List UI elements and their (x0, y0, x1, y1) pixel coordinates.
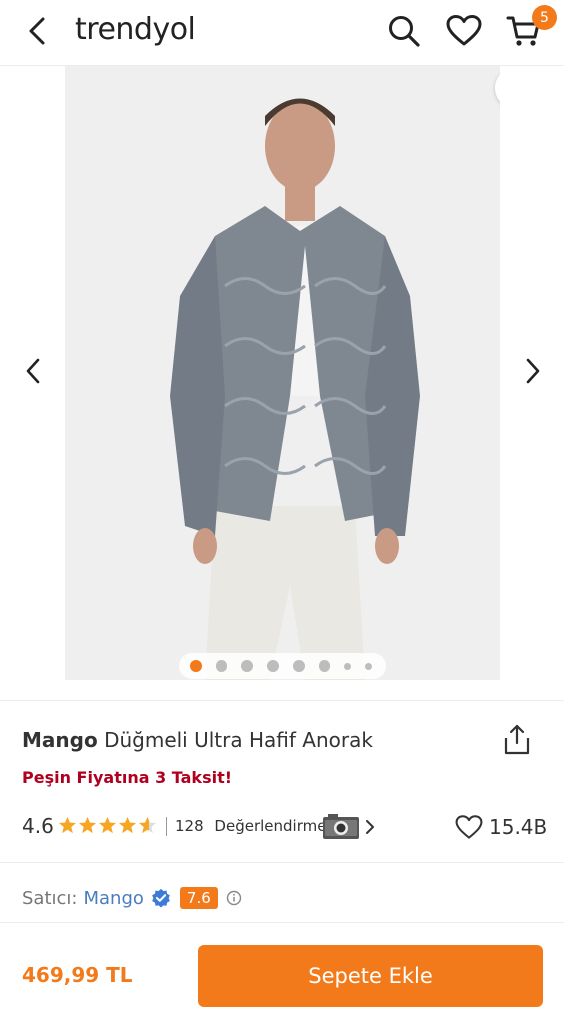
image-pager (179, 653, 386, 679)
top-bar: trendyol 5 (0, 0, 564, 66)
product-gallery[interactable] (0, 66, 564, 700)
product-info-divider (0, 700, 564, 701)
pager-dot[interactable] (318, 660, 331, 672)
cart-count-badge: 5 (532, 5, 557, 30)
brand-logo[interactable]: trendyol (75, 12, 196, 47)
gallery-bottom-strip (65, 680, 500, 700)
heart-icon (455, 814, 483, 839)
share-icon[interactable] (502, 723, 532, 757)
camera-icon[interactable] (322, 812, 360, 840)
pager-dot[interactable] (215, 660, 228, 672)
search-icon[interactable] (386, 12, 422, 50)
seller-row: Satıcı: Mango 7.6 (22, 884, 242, 912)
verified-icon (152, 888, 170, 908)
product-brand[interactable]: Mango (22, 728, 98, 752)
rating-stars (58, 816, 158, 835)
pager-dot[interactable] (267, 660, 279, 672)
info-icon[interactable] (226, 890, 242, 906)
star-icon (58, 816, 77, 834)
reviews-link[interactable]: 128 Değerlendirme (175, 817, 326, 835)
favorite-count-value: 15.4B (489, 815, 548, 839)
heart-icon[interactable] (446, 12, 482, 50)
next-image-chevron-icon[interactable] (518, 356, 548, 386)
pager-dot[interactable] (344, 662, 352, 670)
previous-image-chevron-icon[interactable] (18, 356, 48, 386)
product-image[interactable] (65, 66, 500, 680)
divider (166, 817, 167, 836)
rating-row: 4.6 128 Değerlendirme 15.4B (22, 812, 547, 842)
add-to-cart-button[interactable]: Sepete Ekle (198, 945, 543, 1007)
product-title: Mango Düğmeli Ultra Hafif Anorak (22, 728, 373, 752)
chevron-right-icon[interactable] (364, 818, 378, 836)
bottom-bar: 469,99 TL Sepete Ekle (0, 923, 564, 1024)
reviews-label: Değerlendirme (214, 817, 327, 835)
favorite-count[interactable]: 15.4B (455, 812, 547, 842)
star-icon (118, 816, 137, 834)
installment-promo: Peşin Fiyatına 3 Taksit! (22, 768, 233, 787)
star-icon (78, 816, 97, 834)
seller-label: Satıcı: (22, 887, 78, 909)
pager-dot[interactable] (292, 660, 305, 672)
product-name: Düğmeli Ultra Hafif Anorak (104, 728, 373, 752)
product-price: 469,99 TL (22, 963, 133, 987)
review-count: 128 (175, 817, 204, 835)
pager-dot[interactable] (365, 662, 372, 670)
star-icon (138, 816, 157, 834)
back-arrow-icon[interactable] (22, 14, 52, 48)
pager-dot[interactable] (241, 660, 254, 672)
rating-score: 4.6 (22, 814, 54, 838)
star-icon (98, 816, 117, 834)
pager-dot[interactable] (190, 660, 202, 672)
divider (0, 862, 564, 863)
seller-score-badge: 7.6 (179, 887, 218, 909)
seller-name-link[interactable]: Mango (83, 888, 143, 909)
